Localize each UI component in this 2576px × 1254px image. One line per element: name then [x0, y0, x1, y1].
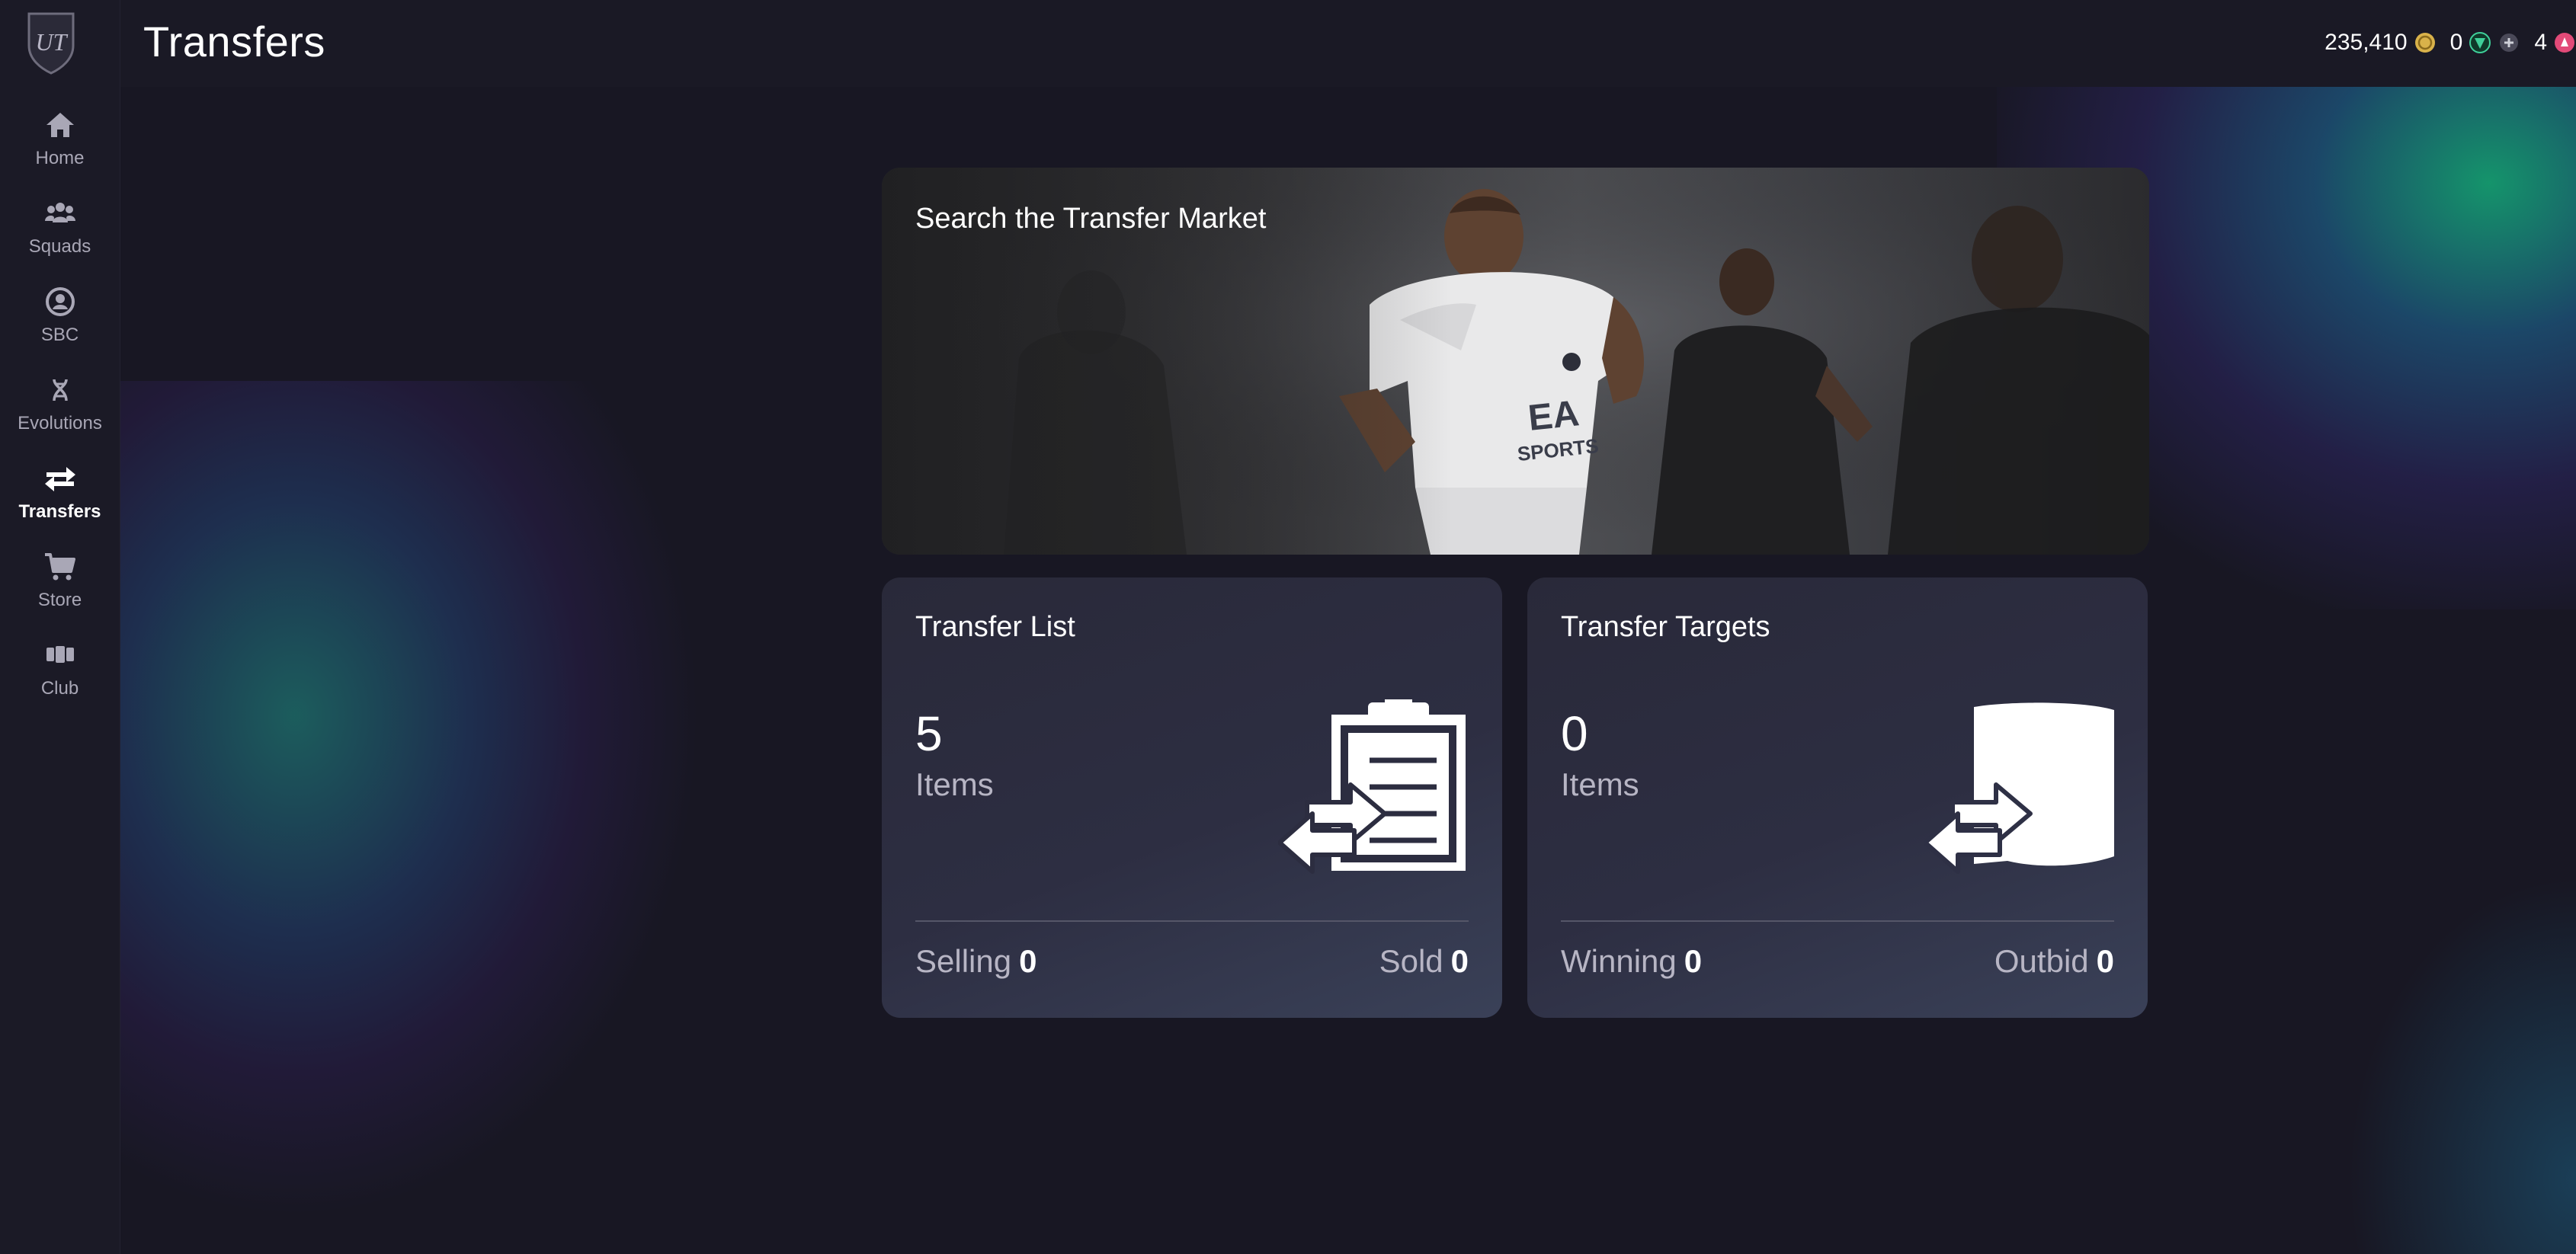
card-title: Transfer List [915, 611, 1075, 643]
sidebar-item-club[interactable]: Club [0, 638, 120, 715]
club-icon [46, 646, 74, 663]
sbc-token-value: 4 [2534, 30, 2547, 55]
header: Transfers 235,410 0 4 [120, 0, 2576, 87]
svg-text:UT: UT [36, 28, 69, 56]
coins-value: 235,410 [2324, 30, 2408, 55]
sidebar-item-store[interactable]: Store [0, 550, 120, 626]
winning-stat: Winning 0 [1561, 943, 1702, 980]
winning-label: Winning [1561, 943, 1677, 979]
sidebar-item-label: Home [35, 148, 85, 168]
sidebar-item-home[interactable]: Home [0, 108, 120, 184]
add-points-icon[interactable] [2498, 31, 2520, 54]
card-divider [1561, 920, 2114, 922]
item-count: 5 [915, 706, 943, 761]
transfer-targets-card[interactable]: Transfer Targets 0 Items Winning 0 Outbid… [1527, 577, 2148, 1018]
coin-icon [2414, 33, 2435, 53]
sidebar-item-squads[interactable]: Squads [0, 197, 120, 273]
transfers-icon [44, 467, 75, 491]
search-transfer-market-tile[interactable]: EA SPORTS Search the Transfer Market [882, 168, 2149, 555]
outbid-value: 0 [2096, 943, 2114, 979]
home-icon [46, 113, 74, 137]
clipboard-transfer-icon [1278, 699, 1466, 874]
sold-stat: Sold 0 [1379, 943, 1469, 980]
evolutions-icon [52, 379, 68, 401]
outbid-label: Outbid [1994, 943, 2089, 979]
sold-value: 0 [1450, 943, 1469, 979]
sbc-icon [45, 287, 75, 316]
sidebar-item-label: Squads [28, 236, 91, 257]
background-glow-right-bottom [2347, 876, 2576, 1254]
winning-value: 0 [1684, 943, 1703, 979]
fc-points-value: 0 [2449, 30, 2463, 55]
sbc-token-icon [2555, 33, 2574, 53]
hero-title: Search the Transfer Market [915, 203, 1267, 235]
ut-logo-icon[interactable]: UT [26, 11, 76, 75]
item-count-label: Items [1561, 766, 1639, 802]
item-count-label: Items [915, 766, 994, 802]
card-transfer-icon [1924, 702, 2114, 874]
sidebar-item-evolutions[interactable]: Evolutions [0, 373, 120, 449]
card-title: Transfer Targets [1561, 611, 1770, 643]
selling-stat: Selling 0 [915, 943, 1036, 980]
selling-value: 0 [1019, 943, 1037, 979]
sidebar: UT Home Squads SBC Evolutions Transfers … [0, 0, 120, 1254]
transfer-list-card[interactable]: Transfer List 5 Items Selling 0 Sold 0 [882, 577, 1502, 1018]
store-icon [44, 553, 75, 581]
selling-label: Selling [915, 943, 1012, 979]
card-divider [915, 920, 1469, 922]
item-count: 0 [1561, 706, 1588, 761]
outbid-stat: Outbid 0 [1994, 943, 2114, 980]
currency-bar: 235,410 0 4 [2314, 26, 2576, 59]
sidebar-item-label: Transfers [18, 501, 101, 522]
sidebar-item-transfers[interactable]: Transfers [0, 462, 120, 538]
squads-icon [44, 203, 75, 222]
background-glow-left [76, 381, 701, 1219]
page-title: Transfers [143, 18, 325, 66]
sidebar-item-label: Store [37, 590, 82, 610]
sold-label: Sold [1379, 943, 1443, 979]
sidebar-item-sbc[interactable]: SBC [0, 285, 120, 361]
sidebar-item-label: Evolutions [18, 413, 102, 433]
sidebar-item-label: SBC [40, 325, 79, 345]
sidebar-item-label: Club [40, 678, 79, 699]
fc-points-icon [2469, 32, 2491, 53]
